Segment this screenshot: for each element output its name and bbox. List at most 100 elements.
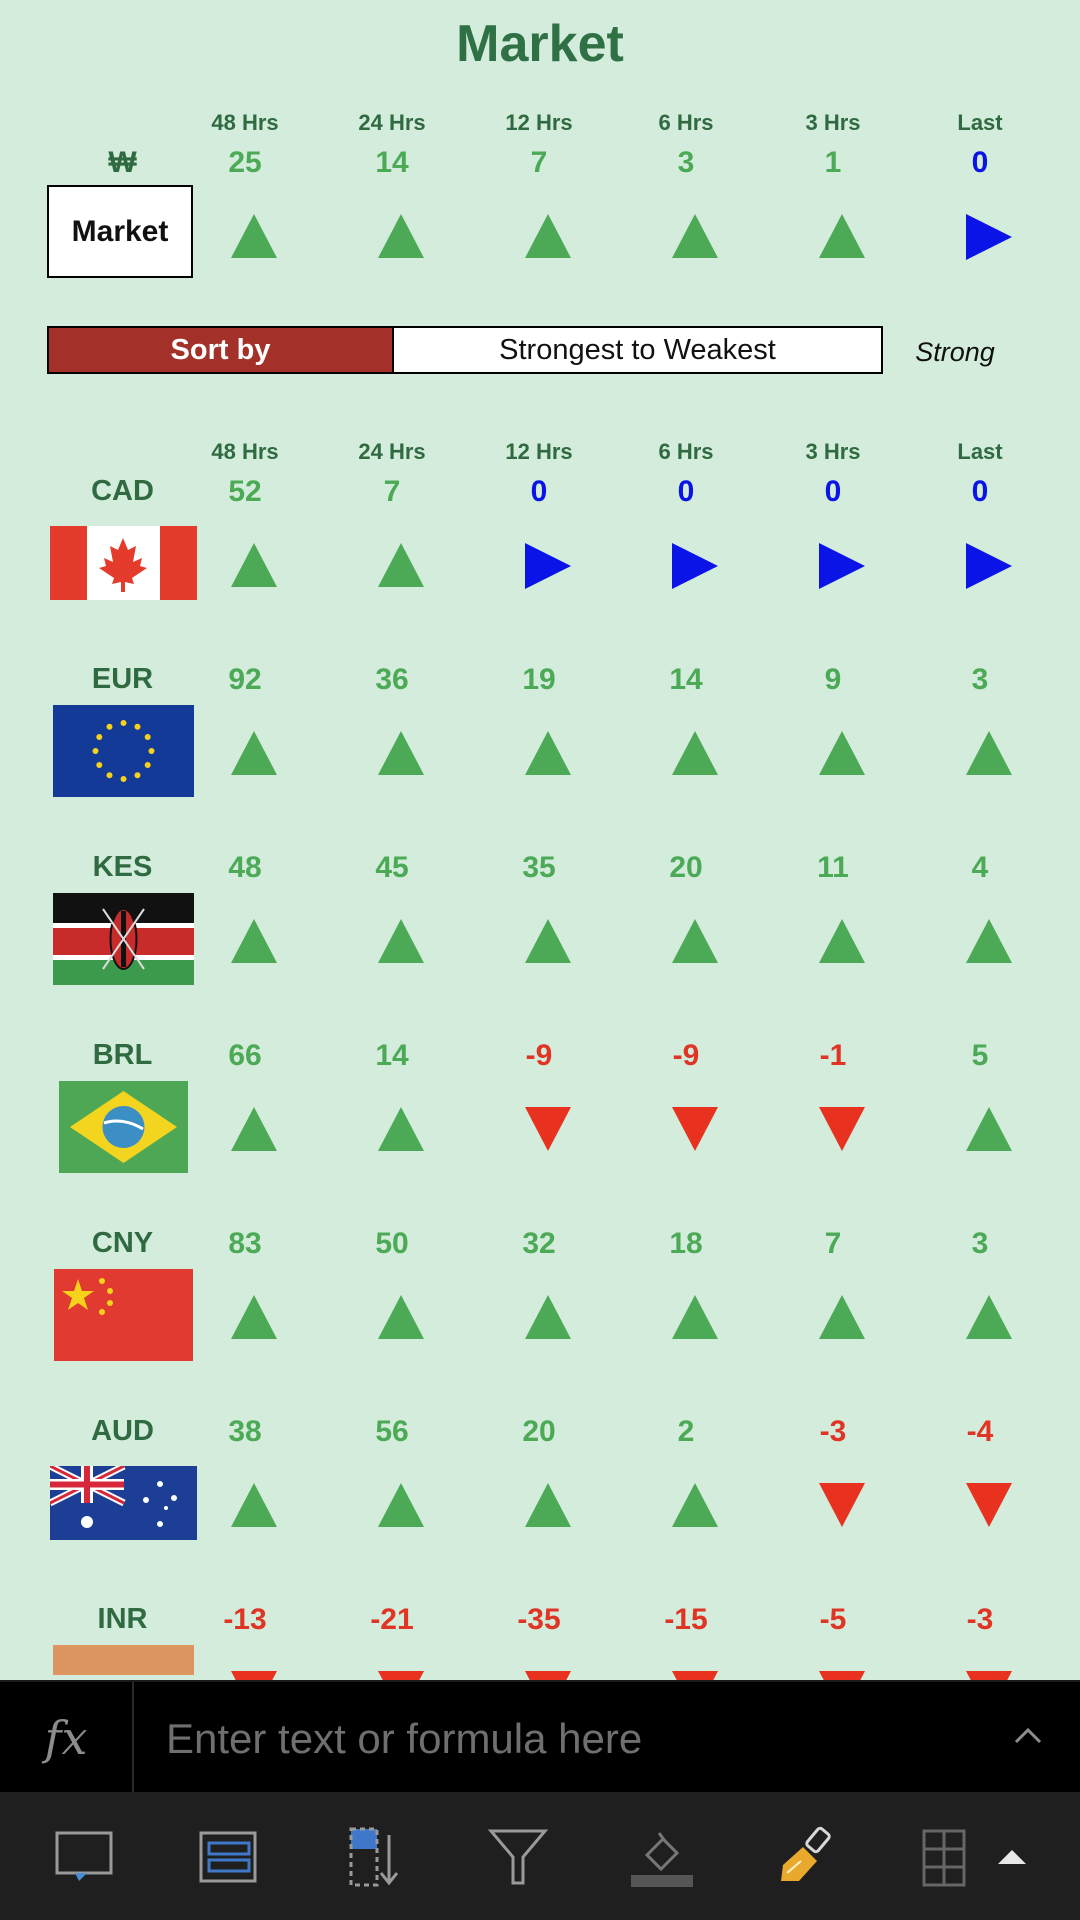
change-value: 0 [530, 475, 548, 508]
summary-value-3h: 1 [824, 146, 842, 179]
expand-up-icon[interactable] [982, 1822, 1042, 1892]
layout-icon[interactable] [188, 1822, 268, 1892]
change-value: -5 [819, 1603, 847, 1636]
trend-up-icon [525, 214, 571, 258]
change-value: -13 [223, 1603, 267, 1636]
display-icon[interactable] [44, 1822, 124, 1892]
currency-code: AUD [91, 1415, 154, 1447]
trend-up-icon [819, 919, 865, 963]
india-flag-icon [53, 1645, 194, 1675]
trend-up-icon [525, 1483, 571, 1527]
trend-flat-icon [525, 543, 571, 589]
summary-header-12h: 12 Hrs [505, 110, 573, 135]
change-value: 7 [383, 475, 401, 508]
change-value: 7 [824, 1227, 842, 1260]
change-value: 35 [522, 851, 556, 884]
trend-up-icon [231, 214, 277, 258]
china-flag-icon [54, 1269, 193, 1361]
change-value: 36 [375, 663, 409, 696]
summary-header-last: Last [957, 110, 1003, 135]
currency-code: CNY [91, 1227, 154, 1259]
change-value: -9 [672, 1039, 700, 1072]
change-value: -4 [966, 1415, 994, 1448]
column-header-24h: 24 Hrs [358, 439, 426, 464]
change-value: 3 [971, 1227, 989, 1260]
trend-up-icon [966, 1107, 1012, 1151]
change-value: -3 [966, 1603, 994, 1636]
trend-up-icon [378, 1295, 424, 1339]
currency-code: EUR [91, 663, 154, 695]
change-value: 0 [971, 475, 989, 508]
formula-bar: fx [0, 1680, 1080, 1796]
trend-up-icon [672, 1295, 718, 1339]
sort-order-dropdown[interactable]: Strongest to Weakest [394, 328, 881, 372]
change-value: 3 [971, 663, 989, 696]
trend-down-icon [819, 1107, 865, 1151]
trend-up-icon [966, 919, 1012, 963]
clear-format-icon[interactable] [766, 1822, 846, 1892]
fx-icon[interactable]: fx [0, 1682, 134, 1794]
trend-up-icon [378, 1483, 424, 1527]
trend-flat-icon [819, 543, 865, 589]
page-title: Market [456, 15, 624, 73]
trend-up-icon [231, 731, 277, 775]
change-value: -1 [819, 1039, 847, 1072]
change-value: 32 [522, 1227, 556, 1260]
sort-icon[interactable] [332, 1822, 412, 1892]
trend-up-icon [378, 731, 424, 775]
summary-value-last: 0 [971, 146, 989, 179]
change-value: 14 [669, 663, 703, 696]
trend-up-icon [672, 919, 718, 963]
trend-up-icon [378, 214, 424, 258]
formula-input[interactable] [164, 1682, 988, 1796]
change-value: 83 [228, 1227, 262, 1260]
trend-up-icon [819, 1295, 865, 1339]
change-value: -35 [517, 1603, 561, 1636]
change-value: 2 [677, 1415, 695, 1448]
column-header-48h: 48 Hrs [211, 439, 279, 464]
change-value: -15 [664, 1603, 708, 1636]
trend-flat-icon [966, 214, 1012, 260]
currency-code: KES [92, 851, 153, 883]
trend-flat-icon [672, 543, 718, 589]
filter-icon[interactable] [478, 1822, 558, 1892]
change-value: 66 [228, 1039, 262, 1072]
change-value: 19 [522, 663, 556, 696]
change-value: 11 [817, 851, 849, 884]
sort-control[interactable]: Sort by Strongest to Weakest [47, 326, 883, 374]
summary-header-24h: 24 Hrs [358, 110, 426, 135]
change-value: 52 [228, 475, 262, 508]
change-value: 9 [824, 663, 842, 696]
change-value: 5 [971, 1039, 989, 1072]
column-header-3h: 3 Hrs [805, 439, 861, 464]
trend-up-icon [672, 214, 718, 258]
trend-up-icon [378, 543, 424, 587]
trend-up-icon [231, 543, 277, 587]
trend-up-icon [966, 731, 1012, 775]
trend-up-icon [231, 919, 277, 963]
summary-header-48h: 48 Hrs [211, 110, 279, 135]
summary-value-24h: 14 [375, 146, 409, 179]
summary-value-48h: 25 [228, 146, 262, 179]
change-value: 50 [375, 1227, 409, 1260]
summary-value-6h: 3 [677, 146, 695, 179]
currency-code: CAD [91, 475, 154, 507]
trend-up-icon [525, 919, 571, 963]
chevron-up-icon[interactable] [1008, 1716, 1048, 1756]
change-value: 18 [669, 1227, 703, 1260]
trend-up-icon [819, 214, 865, 258]
change-value: 38 [228, 1415, 262, 1448]
table-icon[interactable] [906, 1822, 966, 1892]
change-value: 20 [669, 851, 703, 884]
change-value: -9 [525, 1039, 553, 1072]
market-button[interactable]: Market [47, 185, 193, 278]
fill-icon[interactable] [622, 1822, 702, 1892]
trend-flat-icon [966, 543, 1012, 589]
column-header-12h: 12 Hrs [505, 439, 573, 464]
trend-up-icon [231, 1483, 277, 1527]
column-header-6h: 6 Hrs [658, 439, 714, 464]
trend-up-icon [672, 1483, 718, 1527]
trend-up-icon [525, 1295, 571, 1339]
change-value: 4 [971, 851, 989, 884]
trend-down-icon [819, 1483, 865, 1527]
